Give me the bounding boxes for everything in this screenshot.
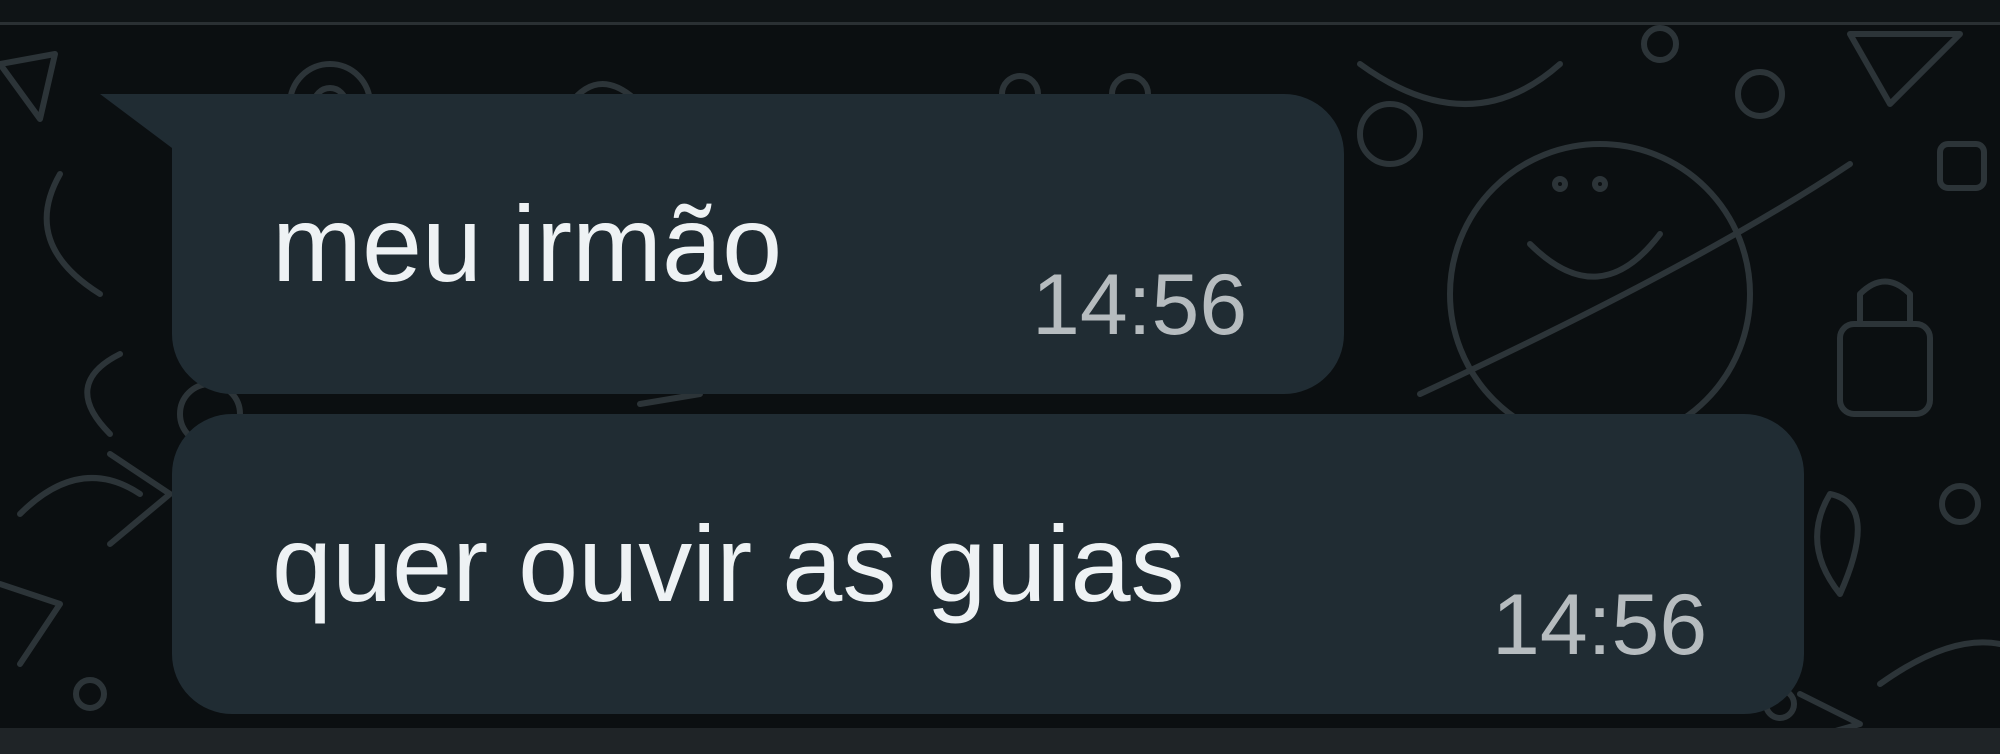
message-tail <box>100 94 180 154</box>
message-bubble-incoming[interactable]: quer ouvir as guias 14:56 <box>172 414 1804 714</box>
chat-header-edge <box>0 0 2000 25</box>
message-bubble-incoming[interactable]: meu irmão 14:56 <box>172 94 1344 394</box>
chat-footer-edge <box>0 728 2000 754</box>
message-text: meu irmão <box>272 183 783 304</box>
message-timestamp: 14:56 <box>1032 257 1248 353</box>
message-timestamp: 14:56 <box>1492 577 1708 673</box>
message-text: quer ouvir as guias <box>272 503 1185 624</box>
